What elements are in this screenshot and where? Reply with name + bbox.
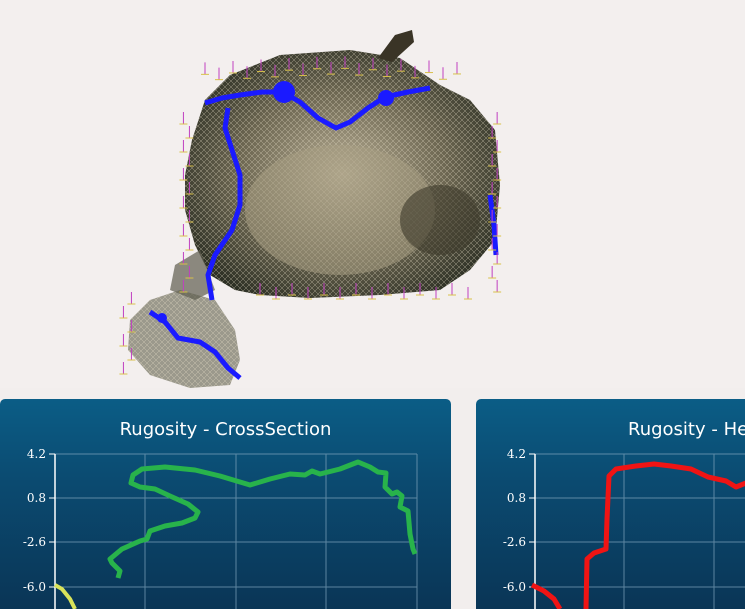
mesh-render [119, 30, 502, 388]
y-tick-label: -6.0 [23, 580, 46, 594]
y-tick-label: 4.2 [507, 447, 526, 461]
y-tick-label: 0.8 [27, 491, 46, 505]
3d-mesh-viewport[interactable] [0, 0, 745, 388]
y-tick-label: 4.2 [27, 447, 46, 461]
series-line-2 [54, 583, 77, 609]
y-tick-label: -2.6 [23, 535, 46, 549]
series-line [107, 459, 418, 579]
rugosity-crosssection-chart[interactable]: 4.2 0.8 -2.6 -6.0 [0, 399, 451, 609]
y-ticks [49, 453, 55, 588]
rugosity-crosssection-panel: Rugosity - CrossSection 4.2 0.8 -2.6 -6.… [0, 399, 451, 609]
rugosity-height-chart[interactable]: 4.2 0.8 -2.6 -6.0 [476, 399, 745, 609]
y-ticks [529, 453, 535, 588]
grid [54, 453, 418, 609]
y-tick-label: -2.6 [503, 535, 526, 549]
y-tick-label: 0.8 [507, 491, 526, 505]
y-tick-label: -6.0 [503, 580, 526, 594]
rugosity-height-panel: Rugosity - He 4.2 0.8 -2.6 -6.0 [476, 399, 745, 609]
